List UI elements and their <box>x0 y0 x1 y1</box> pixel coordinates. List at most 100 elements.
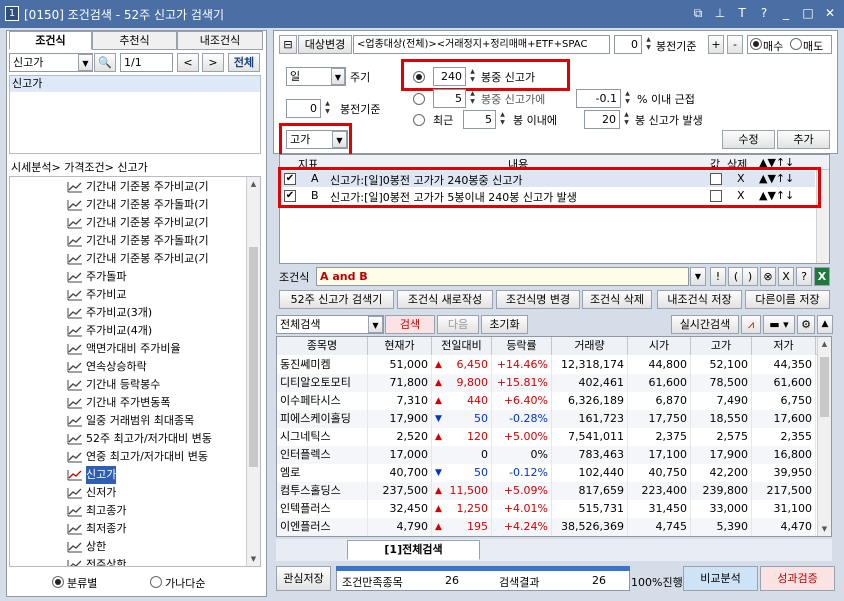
chevron-down-icon[interactable]: ▼ <box>368 316 383 333</box>
col-header-change[interactable]: 전일대비 <box>432 337 492 355</box>
add-button[interactable]: 추가 <box>777 130 830 149</box>
edit-button[interactable]: 수정 <box>722 130 775 149</box>
chevron-down-icon[interactable]: ▼ <box>690 267 706 286</box>
collapse-icon[interactable]: ▲ <box>817 315 833 334</box>
next-button[interactable]: 다음 <box>437 315 479 334</box>
tree-item[interactable]: 기간내 기준봉 주가돌파(기 <box>67 196 209 214</box>
search-button[interactable]: 검색 <box>385 315 435 334</box>
tree-item[interactable]: 주가비교(4개) <box>67 322 152 340</box>
condition-checkbox[interactable]: ✔ <box>284 190 296 202</box>
tree-item[interactable]: 주가비교(3개) <box>67 304 152 322</box>
tree-item[interactable]: 최고종가 <box>67 502 126 520</box>
col-header-low[interactable]: 저가 <box>752 337 816 355</box>
rename-formula-button[interactable]: 조건식명 변경 <box>496 290 580 309</box>
minus-button[interactable]: - <box>727 35 743 54</box>
tab-formula[interactable]: 조건식 <box>9 31 92 50</box>
close-paren-button[interactable]: ) <box>742 267 758 286</box>
radio-sell[interactable] <box>790 38 802 50</box>
spin-icon[interactable]: ▲ ▼ <box>323 100 332 116</box>
radio-alpha[interactable] <box>150 576 162 588</box>
next-page-button[interactable]: > <box>202 53 224 72</box>
spin-icon[interactable]: ▲ ▼ <box>622 111 631 127</box>
tree-item[interactable]: 전주상한 <box>67 556 126 566</box>
table-row[interactable]: 이수페타시스 7,310 ▲ 440 +6.40% 6,326,189 6,870 7,490… <box>277 392 816 410</box>
realtime-search-button[interactable]: 실시간검색 <box>671 315 739 334</box>
tree-item[interactable]: 주가돌파 <box>67 268 126 286</box>
excel-icon[interactable]: X <box>814 267 830 286</box>
tree-item[interactable]: 연속상승하락 <box>67 358 147 376</box>
spin-icon[interactable]: ▲ ▼ <box>623 90 632 106</box>
col-header-name[interactable]: 종목명 <box>277 337 368 355</box>
order-arrows-icon[interactable]: ▲▼↑↓ <box>759 189 794 202</box>
spin-icon[interactable]: ▲ ▼ <box>468 90 477 106</box>
table-row[interactable]: 동진쎄미켐 51,000 ▲ 6,450 +14.46% 12,318,174 44,800… <box>277 356 816 374</box>
all-button[interactable]: 전체 <box>228 53 260 72</box>
page-input[interactable]: 1/1 <box>120 53 173 72</box>
radio-opt3[interactable] <box>413 114 425 126</box>
delete-icon[interactable]: X <box>737 172 745 185</box>
tree-item[interactable]: 기간내 주가변동폭 <box>67 394 170 412</box>
col-header-high[interactable]: 고가 <box>691 337 752 355</box>
target-icon[interactable]: ⊟ <box>279 35 297 54</box>
tree-item[interactable]: 신저가 <box>67 484 116 502</box>
radio-opt2[interactable] <box>413 93 425 105</box>
opt2-input[interactable]: 5 <box>433 89 466 108</box>
opt3-input2[interactable]: 20 <box>584 110 620 129</box>
maximize-icon[interactable]: □ <box>800 5 816 21</box>
preset-name-button[interactable]: 52주 신고가 검색기 <box>279 290 394 309</box>
compare-button[interactable]: 비교분석 <box>683 566 758 591</box>
table-row[interactable]: 인텍플러스 32,450 ▲ 1,250 +4.01% 515,731 31,450 33,0… <box>277 500 816 518</box>
col-header-rate[interactable]: 등락률 <box>492 337 552 355</box>
tree-item[interactable]: 기간내 기준봉 주가비교(기 <box>67 178 209 196</box>
value-checkbox[interactable] <box>710 173 722 185</box>
col-header-volume[interactable]: 거래량 <box>552 337 628 355</box>
tree-item[interactable]: 52주 최고가/저가대비 변동 <box>67 430 212 448</box>
value-checkbox[interactable] <box>710 190 722 202</box>
chevron-down-icon[interactable]: ▼ <box>78 54 93 71</box>
help-icon[interactable]: ? <box>756 5 772 21</box>
gear-icon[interactable]: ⚙ <box>797 315 815 334</box>
not-button[interactable]: ! <box>710 267 726 286</box>
save-interest-button[interactable]: 관심저장 <box>276 566 331 591</box>
formula-help-button[interactable]: ? <box>796 267 812 286</box>
delete-icon[interactable]: X <box>737 189 745 202</box>
radio-buy[interactable] <box>750 38 762 50</box>
table-row[interactable]: 피에스케이홀딩 17,900 ▼ 50 -0.28% 161,723 17,750 18,55… <box>277 410 816 428</box>
chevron-down-icon[interactable]: ▼ <box>332 131 347 148</box>
font-icon[interactable]: T <box>734 5 750 21</box>
tree-item[interactable]: 상한 <box>67 538 106 556</box>
delete-formula-button[interactable]: 조건식 삭제 <box>582 290 652 309</box>
table-row[interactable]: 컴투스홀딩스 237,500 ▲ 11,500 +5.09% 817,659 223,400… <box>277 482 816 500</box>
xor-button[interactable]: ⊗ <box>760 267 776 286</box>
tree-item[interactable]: 기간내 기준봉 주가돌파(기 <box>67 232 209 250</box>
col-header-price[interactable]: 현재가 <box>368 337 432 355</box>
clear-formula-button[interactable]: X <box>778 267 794 286</box>
tree-item[interactable]: 일중 거래범위 최대종목 <box>67 412 194 430</box>
prev-button[interactable]: < <box>177 53 199 72</box>
list-item[interactable]: 신고가 <box>10 76 260 92</box>
tree-scrollbar[interactable]: ▲ ▼ <box>246 177 260 566</box>
tree-item[interactable]: 기간내 기준봉 주가비교(기 <box>67 214 209 232</box>
chart-icon[interactable]: ⩘ <box>741 315 761 334</box>
tree-item[interactable]: 연중 최고가/저가대비 변동 <box>67 448 208 466</box>
save-my-formula-button[interactable]: 내조건식 저장 <box>657 290 742 309</box>
tree-item[interactable]: 기간내 기준봉 주가비교(기 <box>67 250 209 268</box>
minimize-icon[interactable]: _ <box>778 5 794 21</box>
search-icon[interactable]: 🔍 <box>94 53 116 72</box>
table-row[interactable]: 엠로 40,700 ▼ 50 -0.12% 102,440 40,750 42,200 39,9… <box>277 464 816 482</box>
tab-all-search[interactable]: [1]전체검색 <box>347 540 480 560</box>
reset-button[interactable]: 초기화 <box>481 315 528 334</box>
chevron-down-icon[interactable]: ▼ <box>331 68 345 85</box>
link-icon[interactable]: ⧉ <box>690 5 706 21</box>
save-as-button[interactable]: 다른이름 저장 <box>745 290 830 309</box>
spin-icon[interactable]: ▲ ▼ <box>644 36 653 52</box>
table-row[interactable]: 디티알오토모티 71,800 ▲ 9,800 +15.81% 402,461 61,600 7… <box>277 374 816 392</box>
close-icon[interactable]: ✕ <box>822 5 838 21</box>
opt1-input[interactable]: 240 <box>433 67 466 86</box>
tree-item[interactable]: 액면가대비 주가비율 <box>67 340 181 358</box>
pin-icon[interactable]: ⊥ <box>712 5 728 21</box>
plus-button[interactable]: + <box>708 35 724 54</box>
table-row[interactable]: 시그네틱스 2,520 ▲ 120 +5.00% 7,541,011 2,375 2,575 2… <box>277 428 816 446</box>
formula-input[interactable]: A and B <box>316 267 689 286</box>
new-formula-button[interactable]: 조건식 새로작성 <box>397 290 493 309</box>
